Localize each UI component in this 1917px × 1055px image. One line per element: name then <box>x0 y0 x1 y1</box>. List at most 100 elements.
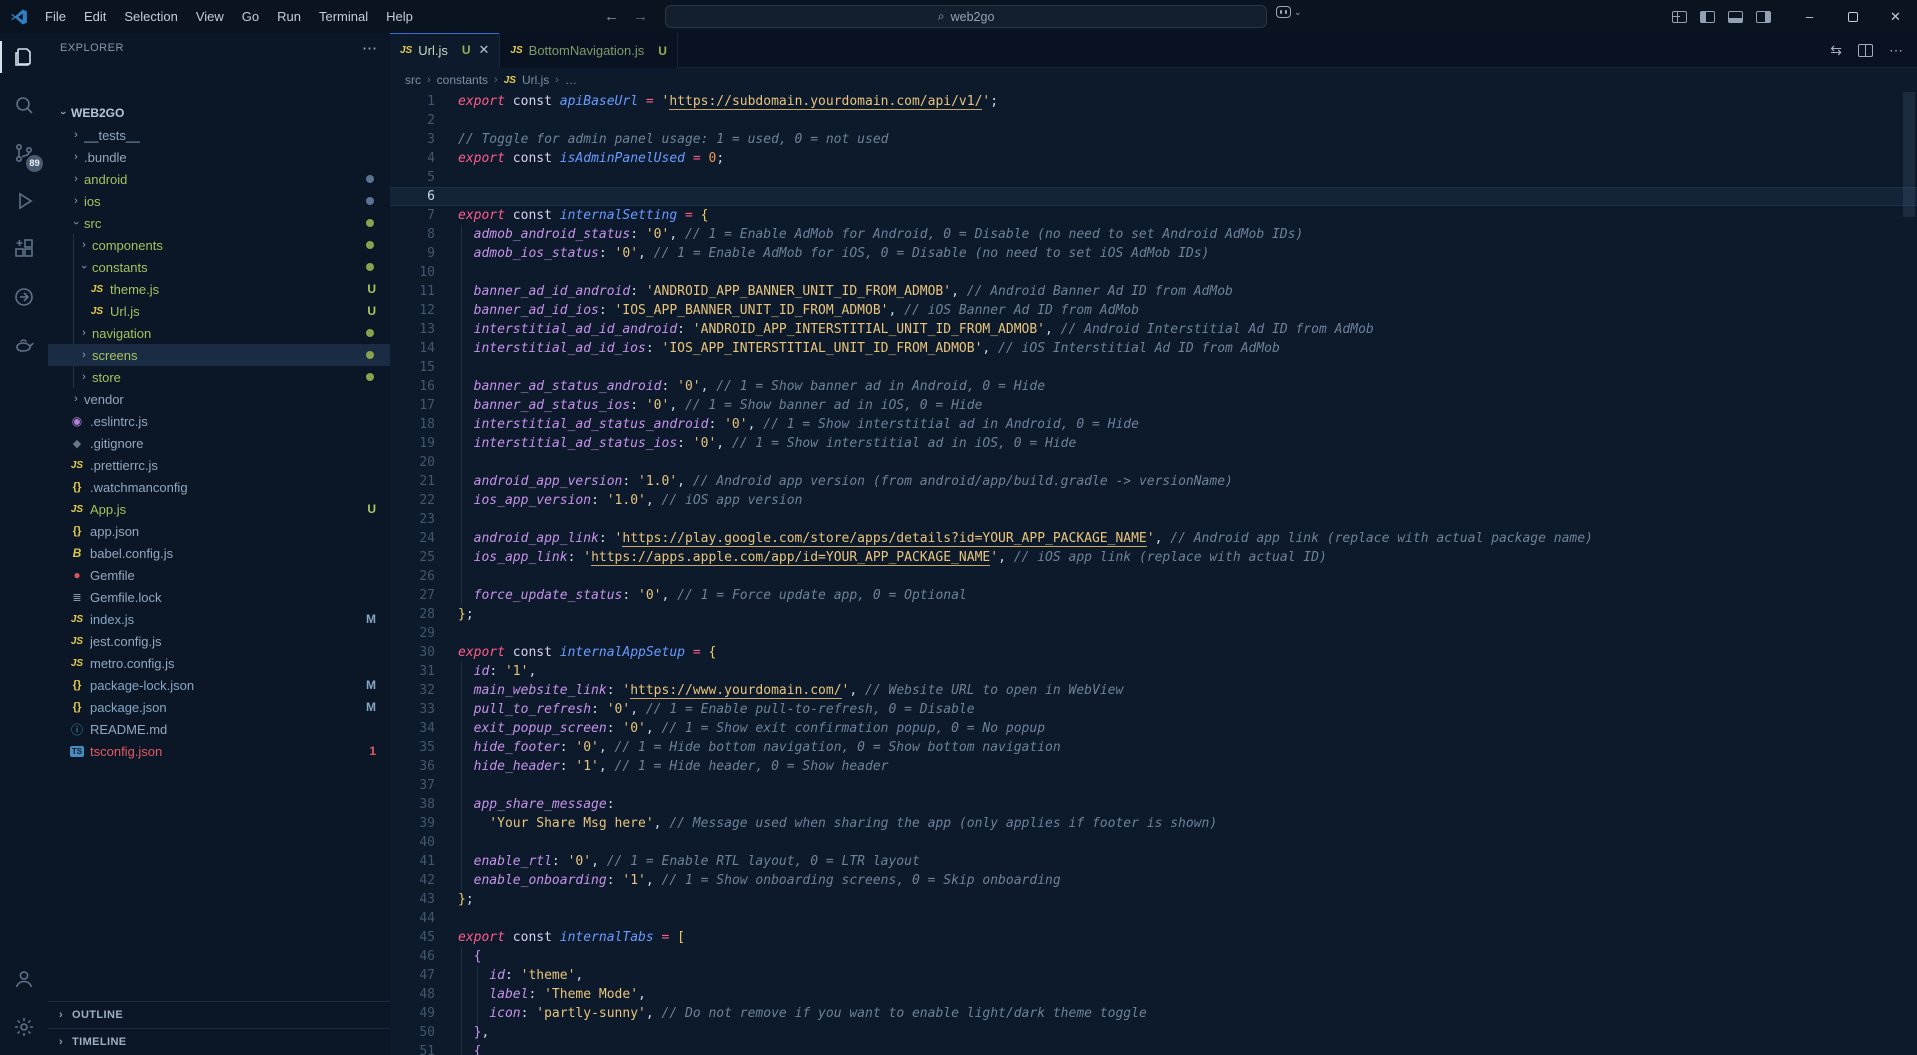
code-line-40[interactable]: 40 <box>390 833 1917 852</box>
maximize-button[interactable] <box>1831 0 1874 33</box>
code-line-9[interactable]: 9 admob_ios_status: '0', // 1 = Enable A… <box>390 244 1917 263</box>
code-line-10[interactable]: 10 <box>390 263 1917 282</box>
code-line-43[interactable]: 43}; <box>390 890 1917 909</box>
code-line-14[interactable]: 14 interstitial_ad_id_ios: 'IOS_APP_INTE… <box>390 339 1917 358</box>
code-line-6[interactable]: 6 <box>390 187 1917 206</box>
code-line-13[interactable]: 13 interstitial_ad_id_android: 'ANDROID_… <box>390 320 1917 339</box>
tree-item-gemfile-lock[interactable]: ≣Gemfile.lock <box>48 586 390 608</box>
toggle-secondary-sidebar-icon[interactable] <box>1756 11 1771 23</box>
extensions-icon[interactable] <box>0 225 48 273</box>
copilot-button[interactable]: ⌄ <box>1276 6 1302 18</box>
tree-item-web2go[interactable]: ›WEB2GO <box>48 102 390 124</box>
tree-item-readme-md[interactable]: ⓘREADME.md <box>48 718 390 740</box>
source-control-icon[interactable]: 89 <box>0 129 48 177</box>
remote-icon[interactable] <box>0 273 48 321</box>
tree-item-package-json[interactable]: {}package.jsonM <box>48 696 390 718</box>
explorer-icon[interactable] <box>0 33 48 81</box>
breadcrumb-item[interactable]: Url.js <box>522 73 549 87</box>
code-line-49[interactable]: 49 icon: 'partly-sunny', // Do not remov… <box>390 1004 1917 1023</box>
code-line-48[interactable]: 48 label: 'Theme Mode', <box>390 985 1917 1004</box>
code-line-51[interactable]: 51 { <box>390 1042 1917 1055</box>
breadcrumb-item[interactable]: constants <box>437 73 488 87</box>
code-line-41[interactable]: 41 enable_rtl: '0', // 1 = Enable RTL la… <box>390 852 1917 871</box>
code-line-45[interactable]: 45export const internalTabs = [ <box>390 928 1917 947</box>
code-line-16[interactable]: 16 banner_ad_status_android: '0', // 1 =… <box>390 377 1917 396</box>
tree-item-constants[interactable]: ›constants <box>48 256 390 278</box>
code-line-5[interactable]: 5 <box>390 168 1917 187</box>
code-line-3[interactable]: 3// Toggle for admin panel usage: 1 = us… <box>390 130 1917 149</box>
tree-item-vendor[interactable]: ›vendor <box>48 388 390 410</box>
menu-go[interactable]: Go <box>233 5 268 28</box>
code-line-2[interactable]: 2 <box>390 111 1917 130</box>
section-timeline[interactable]: ›TIMELINE <box>48 1028 390 1055</box>
tree-item-app-json[interactable]: {}app.json <box>48 520 390 542</box>
settings-gear-icon[interactable] <box>0 1003 48 1051</box>
tree-item-src[interactable]: ›src <box>48 212 390 234</box>
code-line-28[interactable]: 28}; <box>390 605 1917 624</box>
breadcrumb-item[interactable]: … <box>565 73 577 87</box>
code-line-21[interactable]: 21 android_app_version: '1.0', // Androi… <box>390 472 1917 491</box>
code-line-29[interactable]: 29 <box>390 624 1917 643</box>
minimize-button[interactable]: – <box>1788 0 1831 33</box>
back-arrow-icon[interactable]: ← <box>604 8 619 25</box>
tree-item-babel-config-js[interactable]: Bbabel.config.js <box>48 542 390 564</box>
code-line-20[interactable]: 20 <box>390 453 1917 472</box>
tree-item-theme-js[interactable]: JStheme.jsU <box>48 278 390 300</box>
code-line-15[interactable]: 15 <box>390 358 1917 377</box>
code-line-34[interactable]: 34 exit_popup_screen: '0', // 1 = Show e… <box>390 719 1917 738</box>
tree-item--bundle[interactable]: ›.bundle <box>48 146 390 168</box>
code-line-7[interactable]: 7export const internalSetting = { <box>390 206 1917 225</box>
code-line-25[interactable]: 25 ios_app_link: 'https://apps.apple.com… <box>390 548 1917 567</box>
menu-file[interactable]: File <box>36 5 75 28</box>
tree-item-components[interactable]: ›components <box>48 234 390 256</box>
code-line-33[interactable]: 33 pull_to_refresh: '0', // 1 = Enable p… <box>390 700 1917 719</box>
tree-item--gitignore[interactable]: ◆.gitignore <box>48 432 390 454</box>
section-outline[interactable]: ›OUTLINE <box>48 1001 390 1028</box>
tree-item-url-js[interactable]: JSUrl.jsU <box>48 300 390 322</box>
code-line-50[interactable]: 50 }, <box>390 1023 1917 1042</box>
tree-item-tsconfig-json[interactable]: TStsconfig.json1 <box>48 740 390 762</box>
code-line-12[interactable]: 12 banner_ad_id_ios: 'IOS_APP_BANNER_UNI… <box>390 301 1917 320</box>
code-line-35[interactable]: 35 hide_footer: '0', // 1 = Hide bottom … <box>390 738 1917 757</box>
code-line-39[interactable]: 39 'Your Share Msg here', // Message use… <box>390 814 1917 833</box>
code-line-38[interactable]: 38 app_share_message: <box>390 795 1917 814</box>
tree-item-navigation[interactable]: ›navigation <box>48 322 390 344</box>
tree-item-screens[interactable]: ›screens <box>48 344 390 366</box>
code-line-31[interactable]: 31 id: '1', <box>390 662 1917 681</box>
code-line-8[interactable]: 8 admob_android_status: '0', // 1 = Enab… <box>390 225 1917 244</box>
code-line-44[interactable]: 44 <box>390 909 1917 928</box>
tree-item-jest-config-js[interactable]: JSjest.config.js <box>48 630 390 652</box>
menu-edit[interactable]: Edit <box>75 5 115 28</box>
tree-item--eslintrc-js[interactable]: ◉.eslintrc.js <box>48 410 390 432</box>
tree-item-index-js[interactable]: JSindex.jsM <box>48 608 390 630</box>
tree-item--prettierrc-js[interactable]: JS.prettierrc.js <box>48 454 390 476</box>
tree-item-app-js[interactable]: JSApp.jsU <box>48 498 390 520</box>
tree-item-ios[interactable]: ›ios <box>48 190 390 212</box>
run-debug-icon[interactable] <box>0 177 48 225</box>
tree-item--watchmanconfig[interactable]: {}.watchmanconfig <box>48 476 390 498</box>
account-icon[interactable] <box>0 955 48 1003</box>
menu-help[interactable]: Help <box>377 5 422 28</box>
code-line-27[interactable]: 27 force_update_status: '0', // 1 = Forc… <box>390 586 1917 605</box>
split-editor-icon[interactable] <box>1858 44 1873 57</box>
tree-item-store[interactable]: ›store <box>48 366 390 388</box>
code-line-18[interactable]: 18 interstitial_ad_status_android: '0', … <box>390 415 1917 434</box>
code-line-47[interactable]: 47 id: 'theme', <box>390 966 1917 985</box>
tab-bottomnavigation-js[interactable]: JSBottomNavigation.jsU <box>500 33 678 68</box>
menu-selection[interactable]: Selection <box>115 5 186 28</box>
tree-item-android[interactable]: ›android <box>48 168 390 190</box>
editor-more-actions-icon[interactable]: ⋯ <box>1889 42 1903 59</box>
close-button[interactable]: ✕ <box>1874 0 1917 33</box>
tab-url-js[interactable]: JSUrl.jsU✕ <box>390 33 500 68</box>
open-changes-icon[interactable]: ⇆ <box>1830 42 1842 59</box>
code-line-23[interactable]: 23 <box>390 510 1917 529</box>
customize-layout-icon[interactable] <box>1672 11 1687 23</box>
code-line-26[interactable]: 26 <box>390 567 1917 586</box>
code-line-19[interactable]: 19 interstitial_ad_status_ios: '0', // 1… <box>390 434 1917 453</box>
forward-arrow-icon[interactable]: → <box>633 8 648 25</box>
menu-terminal[interactable]: Terminal <box>310 5 377 28</box>
code-line-32[interactable]: 32 main_website_link: 'https://www.yourd… <box>390 681 1917 700</box>
tree-item-gemfile[interactable]: ●Gemfile <box>48 564 390 586</box>
code-line-11[interactable]: 11 banner_ad_id_android: 'ANDROID_APP_BA… <box>390 282 1917 301</box>
tree-item--tests-[interactable]: ›__tests__ <box>48 124 390 146</box>
